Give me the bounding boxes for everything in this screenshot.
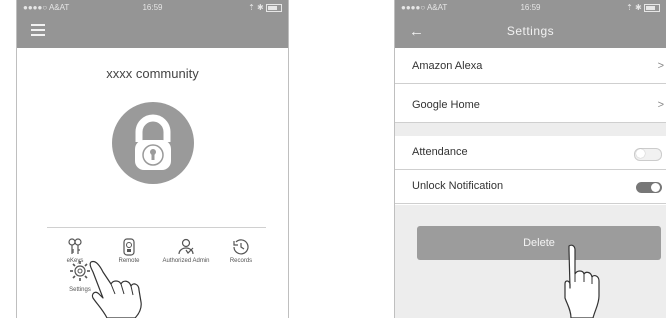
community-title: xxxx community <box>106 66 199 81</box>
row-label: Amazon Alexa <box>412 60 483 72</box>
pointing-hand-icon <box>564 244 600 318</box>
status-bar: ●●●●○ A&AT 16:59 ⇡ ✱ <box>17 0 288 16</box>
bottom-area <box>395 205 666 318</box>
row-label: Google Home <box>412 99 480 111</box>
battery-icon <box>644 3 660 12</box>
admin-icon <box>178 238 194 255</box>
status-right-text: ⇡ ✱ <box>248 3 264 12</box>
status-icons: ⇡ ✱ <box>626 3 660 12</box>
unlock-notification-toggle[interactable] <box>636 182 662 193</box>
unlock-button[interactable] <box>112 102 194 184</box>
settings-row-attendance: Attendance <box>395 137 666 170</box>
settings-row-unlock-notification: Unlock Notification <box>395 171 666 204</box>
page-title: Settings <box>506 24 555 38</box>
records-icon <box>233 239 249 255</box>
section-gap <box>395 123 666 136</box>
keys-icon <box>68 238 82 254</box>
padlock-icon <box>135 114 171 170</box>
row-label: Attendance <box>412 146 468 158</box>
status-bar: ●●●●○ A&AT 16:59 ⇡ ✱ <box>395 0 666 16</box>
settings-row-amazon-alexa[interactable]: Amazon Alexa > <box>395 51 666 84</box>
status-right-text: ⇡ ✱ <box>626 3 642 12</box>
attendance-toggle[interactable] <box>634 148 662 161</box>
battery-icon <box>266 3 282 12</box>
settings-row-google-home[interactable]: Google Home > <box>395 90 666 123</box>
chevron-right-icon: > <box>657 60 664 72</box>
divider <box>47 227 266 228</box>
home-screen: ●●●●○ A&AT 16:59 ⇡ ✱ xxxx community eKey… <box>16 0 289 318</box>
pointing-hand-icon <box>89 260 142 318</box>
nav-bar: ← Settings <box>395 16 666 48</box>
records-button[interactable]: Records <box>211 238 271 265</box>
settings-screen: ●●●●○ A&AT 16:59 ⇡ ✱ ← Settings Amazon A… <box>394 0 666 318</box>
remote-icon <box>123 238 135 256</box>
menu-icon[interactable] <box>31 24 45 36</box>
chevron-right-icon: > <box>657 99 664 111</box>
delete-button[interactable]: Delete <box>417 226 661 260</box>
nav-bar <box>17 16 288 48</box>
status-icons: ⇡ ✱ <box>248 3 282 12</box>
records-label: Records <box>229 258 253 264</box>
row-label: Unlock Notification <box>412 180 504 192</box>
